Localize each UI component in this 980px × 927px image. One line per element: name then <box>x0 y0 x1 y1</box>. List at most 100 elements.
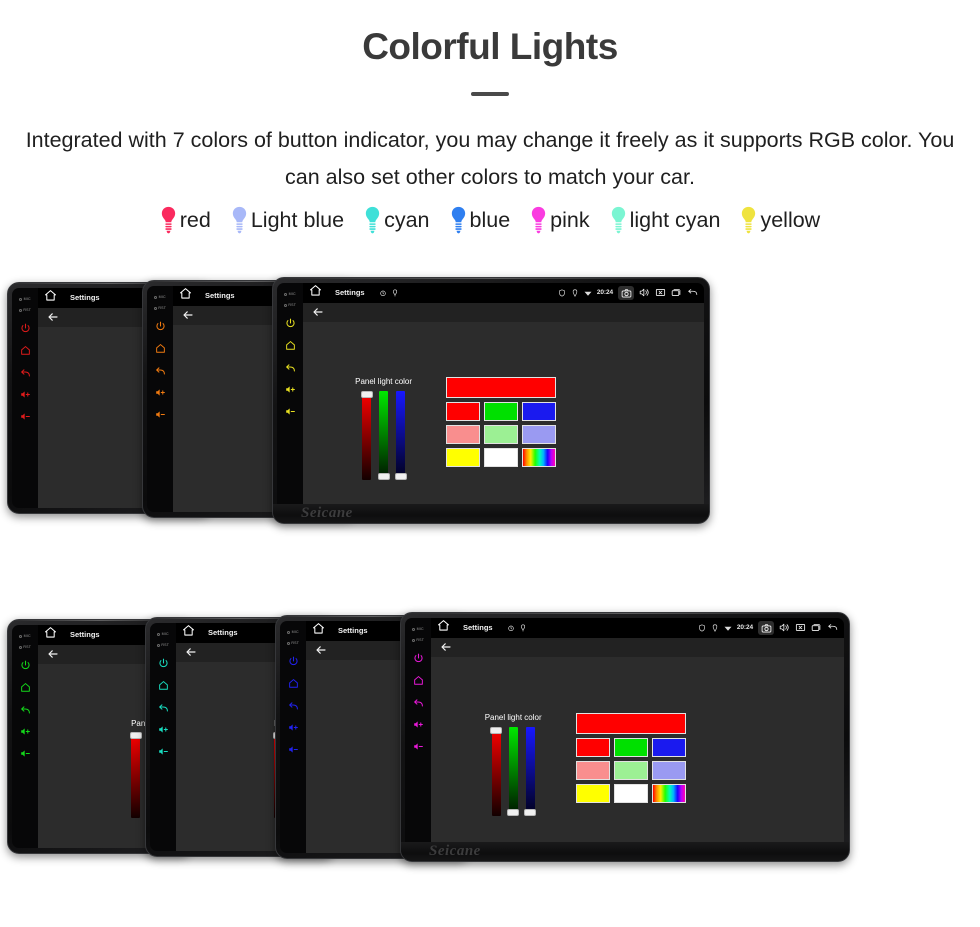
device-magenta[interactable]: MIC RST Settings 20:24 Panel light color Seic… <box>400 611 850 862</box>
device-screen[interactable]: Settings 20:24 Panel light color <box>303 282 704 518</box>
back-button[interactable] <box>288 695 299 717</box>
red-slider[interactable] <box>129 732 142 819</box>
back-button[interactable] <box>20 699 31 721</box>
home-button[interactable] <box>285 335 296 357</box>
back-arrow-icon[interactable] <box>185 646 197 658</box>
volume-up-button[interactable] <box>20 721 31 743</box>
blue-slider[interactable] <box>394 390 407 480</box>
mic-button[interactable]: MIC <box>284 289 296 300</box>
home-icon[interactable] <box>309 284 322 302</box>
rst-button[interactable]: RST <box>286 638 299 649</box>
mic-button[interactable]: MIC <box>19 294 31 305</box>
volume-up-button[interactable] <box>158 719 169 741</box>
rst-button[interactable]: RST <box>283 300 296 311</box>
color-swatch[interactable] <box>613 783 648 803</box>
color-swatch[interactable] <box>651 783 686 803</box>
color-swatch[interactable] <box>575 783 610 803</box>
camera-button[interactable] <box>618 285 634 300</box>
rst-button[interactable]: RST <box>411 635 424 646</box>
back-arrow-icon[interactable] <box>312 306 324 318</box>
home-icon[interactable] <box>182 624 195 642</box>
color-swatch[interactable] <box>484 447 519 467</box>
home-icon[interactable] <box>179 287 192 305</box>
red-slider-knob[interactable] <box>360 390 373 398</box>
back-button[interactable] <box>285 357 296 379</box>
blue-slider[interactable] <box>524 726 537 816</box>
camera-button[interactable] <box>758 620 774 635</box>
blue-slider-knob[interactable] <box>394 472 407 480</box>
home-icon[interactable] <box>437 619 450 637</box>
red-slider[interactable] <box>490 726 503 816</box>
red-slider[interactable] <box>360 390 373 480</box>
recents-icon[interactable] <box>811 622 822 633</box>
volume-up-button[interactable] <box>20 384 31 406</box>
color-swatch[interactable] <box>446 401 481 421</box>
back-button[interactable] <box>20 362 31 384</box>
power-button[interactable] <box>288 651 299 673</box>
back-button[interactable] <box>158 697 169 719</box>
color-swatch[interactable] <box>575 737 610 757</box>
power-button[interactable] <box>158 653 169 675</box>
back-arrow-icon[interactable] <box>47 311 59 323</box>
color-swatch[interactable] <box>522 401 557 421</box>
home-icon[interactable] <box>44 289 57 307</box>
home-button[interactable] <box>288 673 299 695</box>
back-arrow-icon[interactable] <box>182 309 194 321</box>
back-arrow-icon[interactable] <box>315 644 327 656</box>
home-button[interactable] <box>20 677 31 699</box>
color-swatch[interactable] <box>613 737 648 757</box>
color-swatch[interactable] <box>651 737 686 757</box>
home-icon[interactable] <box>44 626 57 644</box>
home-button[interactable] <box>158 675 169 697</box>
volume-down-button[interactable] <box>20 743 31 765</box>
mic-button[interactable]: MIC <box>412 624 424 635</box>
back-icon[interactable] <box>827 622 838 633</box>
green-slider-knob[interactable] <box>377 472 390 480</box>
rst-button[interactable]: RST <box>18 642 31 653</box>
green-slider[interactable] <box>507 726 520 816</box>
back-icon[interactable] <box>687 287 698 298</box>
power-button[interactable] <box>20 655 31 677</box>
volume-up-button[interactable] <box>155 382 166 404</box>
home-button[interactable] <box>20 340 31 362</box>
power-button[interactable] <box>155 316 166 338</box>
color-swatch[interactable] <box>522 447 557 467</box>
mic-button[interactable]: MIC <box>157 629 169 640</box>
volume-icon[interactable] <box>639 287 650 298</box>
color-swatch[interactable] <box>484 401 519 421</box>
device-yellow[interactable]: MIC RST Settings 20:24 Panel light color Seic… <box>272 276 710 524</box>
close-box-icon[interactable] <box>655 287 666 298</box>
red-slider-knob[interactable] <box>490 726 503 734</box>
volume-down-button[interactable] <box>413 736 424 758</box>
color-swatch[interactable] <box>575 760 610 780</box>
volume-up-button[interactable] <box>413 714 424 736</box>
location-pin-icon[interactable] <box>519 624 527 632</box>
recents-icon[interactable] <box>671 287 682 298</box>
alarm-icon[interactable] <box>379 289 387 297</box>
location-pin-icon[interactable] <box>391 289 399 297</box>
green-slider-knob[interactable] <box>507 808 520 816</box>
mic-button[interactable]: MIC <box>287 627 299 638</box>
color-swatch[interactable] <box>613 760 648 780</box>
back-button[interactable] <box>155 360 166 382</box>
green-slider[interactable] <box>377 390 390 480</box>
rst-button[interactable]: RST <box>156 640 169 651</box>
device-screen[interactable]: Settings 20:24 Panel light color <box>431 617 844 856</box>
power-button[interactable] <box>20 318 31 340</box>
volume-down-button[interactable] <box>158 741 169 763</box>
close-box-icon[interactable] <box>795 622 806 633</box>
volume-down-button[interactable] <box>285 401 296 423</box>
red-slider-knob[interactable] <box>129 732 142 740</box>
color-swatch[interactable] <box>484 424 519 444</box>
volume-up-button[interactable] <box>285 379 296 401</box>
color-swatch[interactable] <box>522 424 557 444</box>
volume-up-button[interactable] <box>288 717 299 739</box>
volume-down-button[interactable] <box>155 404 166 426</box>
color-swatch[interactable] <box>651 760 686 780</box>
home-button[interactable] <box>413 670 424 692</box>
back-button[interactable] <box>413 692 424 714</box>
volume-icon[interactable] <box>779 622 790 633</box>
mic-button[interactable]: MIC <box>19 631 31 642</box>
rst-button[interactable]: RST <box>18 305 31 316</box>
power-button[interactable] <box>285 313 296 335</box>
